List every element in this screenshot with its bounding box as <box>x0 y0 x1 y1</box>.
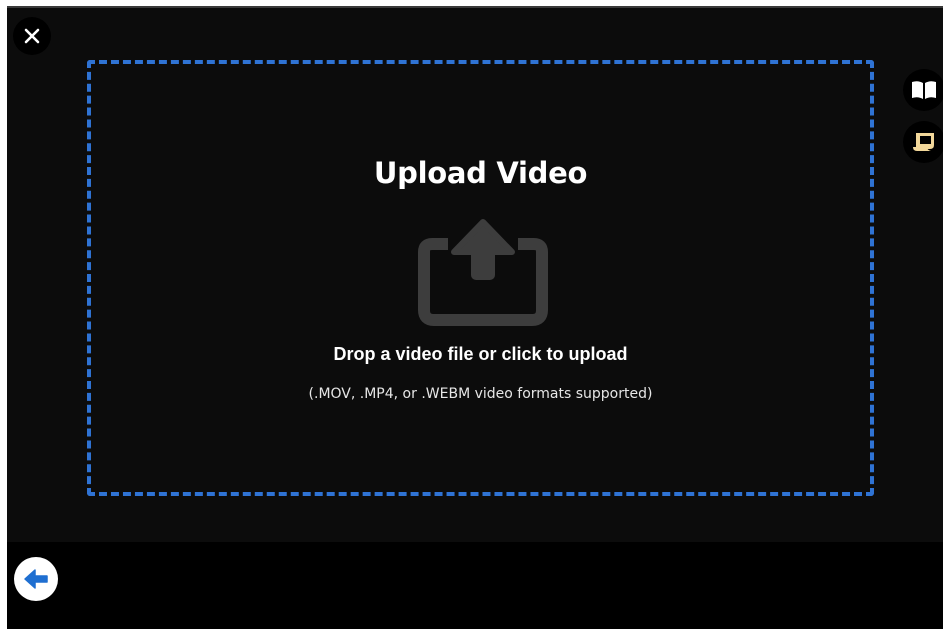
bottom-bar <box>7 542 943 629</box>
book-button[interactable] <box>903 69 943 111</box>
back-button[interactable] <box>14 557 58 601</box>
back-arrow-icon <box>24 569 48 589</box>
dropzone-instruction: Drop a video file or click to upload <box>333 344 628 364</box>
book-icon <box>912 81 936 99</box>
notes-button[interactable] <box>903 121 943 163</box>
video-dropzone[interactable]: Upload Video Drop a video file or click … <box>87 60 874 496</box>
close-icon <box>24 28 40 44</box>
close-button[interactable] <box>13 17 51 55</box>
dropzone-title: Upload Video <box>373 156 588 190</box>
upload-icon <box>418 219 548 326</box>
supported-formats-text: (.MOV, .MP4, or .WEBM video formats supp… <box>308 386 653 402</box>
main-area: Upload Video Drop a video file or click … <box>7 8 943 542</box>
upload-video-screen: Upload Video Drop a video file or click … <box>7 8 943 629</box>
note-icon <box>913 133 934 151</box>
